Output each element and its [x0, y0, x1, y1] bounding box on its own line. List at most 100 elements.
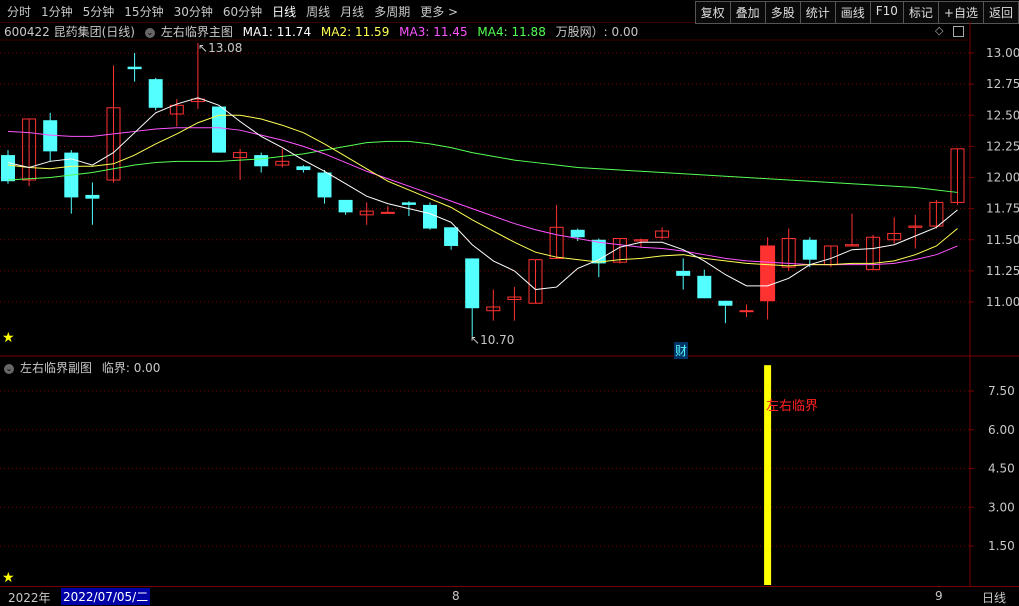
- period-tab[interactable]: 更多 >: [415, 3, 463, 20]
- candle-body: [634, 239, 648, 242]
- candle-body: [507, 296, 522, 301]
- candle-body: [866, 236, 881, 271]
- candle-body: [570, 229, 585, 238]
- candle-body: [423, 204, 437, 229]
- period-tab[interactable]: 月线: [335, 3, 369, 20]
- ma4-value: MA4: 11.88: [477, 25, 546, 39]
- candle-body: [64, 152, 79, 198]
- price-tick-label: 13.00: [986, 46, 1019, 60]
- tool-button[interactable]: 复权: [694, 1, 730, 24]
- candle-body: [254, 155, 269, 167]
- tool-button[interactable]: 多股: [764, 1, 800, 24]
- diamond-icon[interactable]: ◇: [935, 24, 943, 37]
- star-icon[interactable]: ★: [2, 330, 15, 346]
- candle-body: [85, 194, 100, 199]
- price-tick-label: 12.00: [986, 171, 1019, 185]
- star-icon[interactable]: ★: [2, 570, 15, 586]
- candle-body: [950, 148, 965, 203]
- signal-label: 左右临界: [766, 399, 819, 414]
- tool-button[interactable]: +自选: [937, 1, 983, 24]
- candle-body: [781, 238, 796, 268]
- sub-indicator-settings-icon[interactable]: ⌄: [4, 363, 14, 374]
- candle-body: [486, 306, 501, 312]
- price-tick-label: 11.50: [986, 233, 1019, 247]
- candle-body: [845, 244, 859, 247]
- indicator-tick-label: 3.00: [988, 500, 1015, 514]
- period-tab[interactable]: 60分钟: [218, 3, 267, 20]
- candle-body: [676, 270, 691, 276]
- indicator-settings-icon[interactable]: ⌄: [144, 27, 155, 38]
- period-indicator[interactable]: 日线: [982, 589, 1006, 606]
- main-indicator-name[interactable]: 左右临界主图: [161, 25, 233, 39]
- indicator-tick-label: 7.50: [988, 384, 1015, 398]
- restore-window-icon[interactable]: [953, 26, 964, 37]
- volume-value: 万股网）: 0.00: [555, 25, 639, 39]
- candle-body: [359, 210, 374, 216]
- ma1-line: [7, 97, 958, 291]
- candle-body: [444, 227, 459, 246]
- price-tick-label: 11.75: [986, 202, 1019, 216]
- price-tick-label: 12.50: [986, 108, 1019, 122]
- candle-body: [148, 79, 163, 108]
- period-tab[interactable]: 1分钟: [36, 3, 78, 20]
- price-tick-label: 12.75: [986, 77, 1019, 91]
- period-tab[interactable]: 5分钟: [78, 3, 120, 20]
- tool-button[interactable]: 标记: [902, 1, 938, 24]
- ma2-line: [7, 114, 958, 267]
- period-tab[interactable]: 多周期: [369, 3, 415, 20]
- indicator-tick-label: 6.00: [988, 423, 1015, 437]
- tool-button[interactable]: 画线: [834, 1, 870, 24]
- period-tab[interactable]: 日线: [267, 3, 301, 20]
- candle-body: [760, 245, 776, 302]
- candle-body: [127, 66, 142, 70]
- ma1-value: MA1: 11.74: [242, 25, 312, 39]
- price-tick-label: 11.00: [986, 295, 1019, 309]
- kline-chart[interactable]: 13.00 12.75 12.50 12.25 12.00 11.75 11.50 11.25…: [0, 0, 1019, 605]
- period-tab[interactable]: 15分钟: [119, 3, 168, 20]
- tool-button[interactable]: 统计: [799, 1, 835, 24]
- candle-body: [528, 259, 543, 304]
- indicator-tick-label: 1.50: [988, 539, 1015, 553]
- candle-body: [802, 239, 817, 260]
- indicator-tick-label: 4.50: [988, 462, 1015, 476]
- candle-body: [887, 233, 902, 241]
- candle-body: [212, 106, 226, 153]
- top-toolbar: 分时 1分钟 5分钟 15分钟 30分钟 60分钟 日线 周线 月线 多周期 更多 > 复权 叠加 多股…: [0, 0, 1019, 24]
- candle-body: [22, 118, 37, 181]
- price-tick-label: 11.25: [986, 264, 1019, 278]
- period-tab[interactable]: 分时: [2, 3, 36, 20]
- tool-button[interactable]: 返回: [982, 1, 1019, 24]
- sub-chart-header: ⌄ 左右临界副图 临界: 0.00: [0, 359, 970, 377]
- candle-body: [233, 152, 248, 159]
- tool-button[interactable]: F10: [869, 1, 903, 24]
- candle-body: [380, 211, 395, 214]
- price-tick-label: 12.25: [986, 139, 1019, 153]
- finance-marker[interactable]: 财: [674, 342, 689, 359]
- ma3-line: [7, 127, 958, 266]
- sub-indicator-name[interactable]: 左右临界副图: [20, 361, 92, 375]
- candle-body: [655, 230, 670, 238]
- candle-body: [739, 310, 754, 313]
- ma3-value: MA3: 11.45: [399, 25, 468, 39]
- tool-button[interactable]: 叠加: [729, 1, 765, 24]
- candle-body: [591, 239, 606, 264]
- candle-body: [338, 199, 353, 213]
- year-label: 2022年: [8, 591, 51, 605]
- current-date[interactable]: 2022/07/05/二: [61, 588, 151, 605]
- candle-body: [612, 238, 627, 263]
- sub-indicator-value: 临界: 0.00: [101, 361, 161, 375]
- candle-body: [106, 107, 121, 181]
- ma2-value: MA2: 11.59: [320, 25, 390, 39]
- low-price-label: ↖10.70: [470, 333, 515, 347]
- candle-body: [296, 166, 311, 171]
- candle-body: [908, 225, 923, 228]
- candle-body: [823, 245, 838, 266]
- candle-body: [929, 201, 944, 227]
- month-8-label: 8: [452, 589, 460, 603]
- high-price-label: ↖13.08: [198, 41, 243, 55]
- stock-title: 600422 昆药集团(日线): [4, 25, 135, 39]
- period-tab[interactable]: 30分钟: [169, 3, 218, 20]
- period-tab[interactable]: 周线: [301, 3, 335, 20]
- ma4-line: [7, 140, 958, 193]
- tool-buttons: 复权 叠加 多股 统计 画线 F10 标记 +自选 返回: [694, 1, 1019, 24]
